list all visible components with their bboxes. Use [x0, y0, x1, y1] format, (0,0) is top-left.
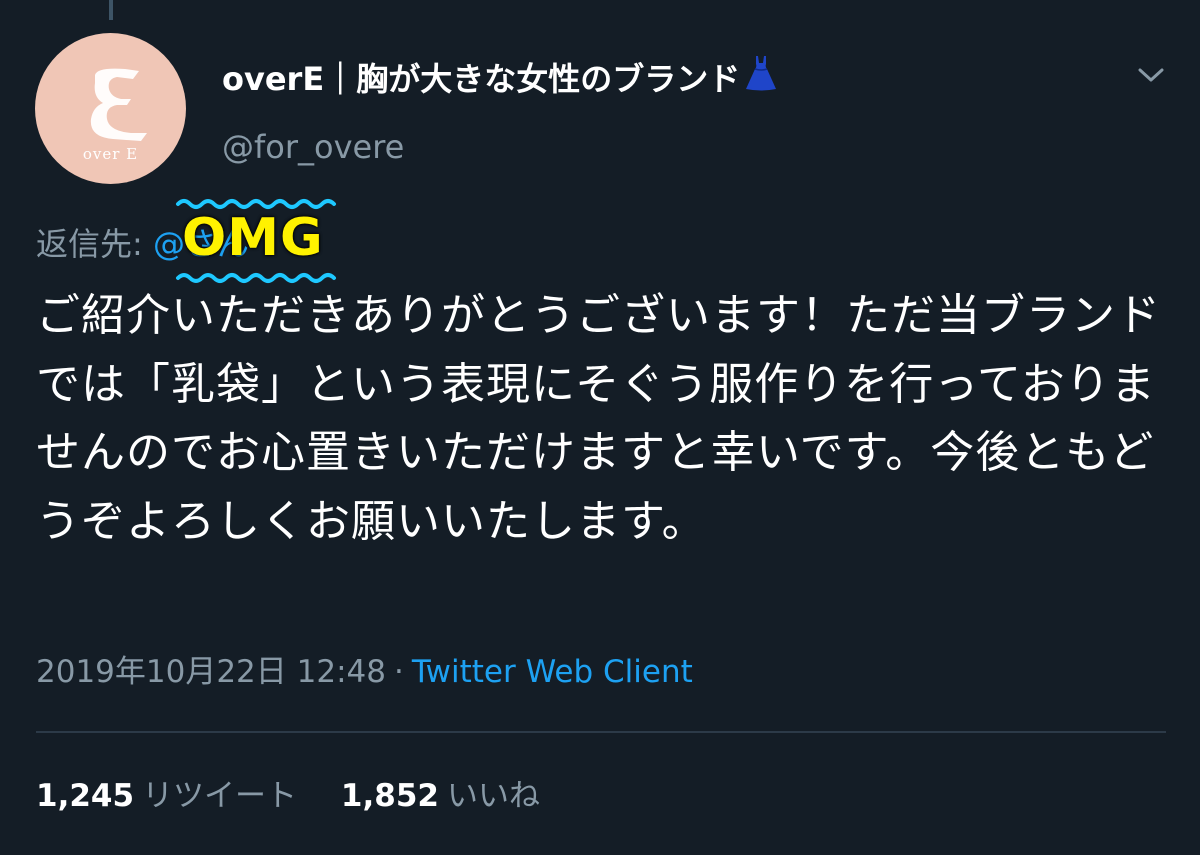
avatar[interactable]: over E [35, 33, 186, 184]
omg-sticker: OMG [172, 190, 338, 290]
display-name-text: overE｜胸が大きな女性のブランド [222, 60, 741, 98]
tweet-stats: 1,245 リツイート 1,852 いいね [36, 772, 574, 820]
tweet-timestamp[interactable]: 2019年10月22日 12:48 [36, 654, 386, 690]
retweets-stat[interactable]: 1,245 リツイート [36, 772, 297, 820]
retweets-count: 1,245 [36, 778, 135, 814]
likes-stat[interactable]: 1,852 いいね [341, 772, 540, 820]
reply-prefix: 返信先: [36, 225, 153, 263]
avatar-label: over E [82, 145, 139, 163]
chevron-down-icon [1138, 68, 1164, 82]
display-name[interactable]: overE｜胸が大きな女性のブランド [222, 52, 778, 108]
thread-connector-line [109, 0, 113, 20]
tweet-menu-button[interactable] [1128, 56, 1174, 96]
client-link[interactable]: Twitter Web Client [412, 654, 693, 690]
tweet-meta: 2019年10月22日 12:48 · Twitter Web Client [36, 648, 693, 696]
omg-sticker-text: OMG [182, 208, 324, 268]
retweets-label: リツイート [142, 778, 298, 814]
dress-emoji-icon [744, 54, 778, 108]
user-handle[interactable]: @for_overe [222, 120, 404, 174]
likes-label: いいね [446, 778, 540, 814]
tweet-text: ご紹介いただきありがとうございます！ただ当ブランドでは「乳袋」という表現にそぐう… [36, 290, 1161, 547]
meta-separator: · [393, 654, 404, 690]
divider [36, 731, 1166, 733]
likes-count: 1,852 [340, 778, 439, 814]
